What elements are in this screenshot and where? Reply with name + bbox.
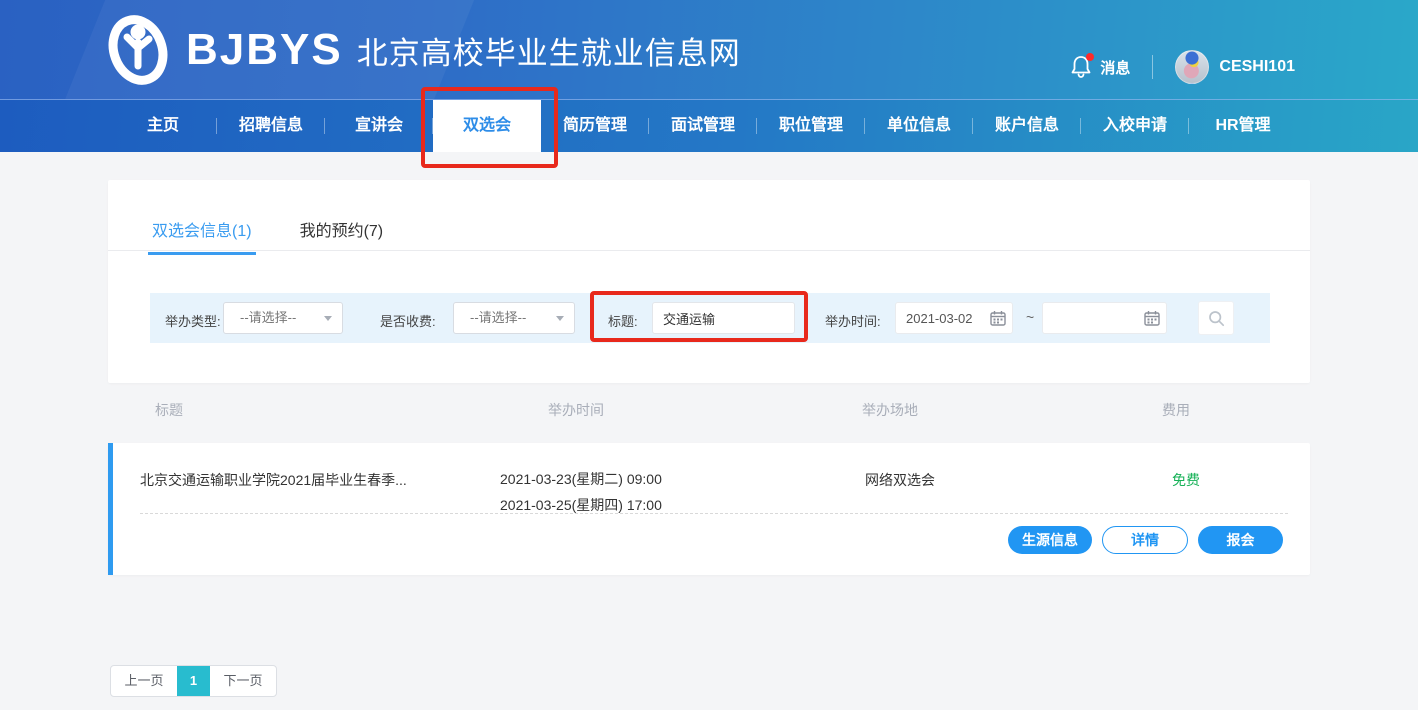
username[interactable]: CESHI101 xyxy=(1219,58,1295,76)
logo[interactable]: BJBYS 北京高校毕业生就业信息网 xyxy=(100,14,741,86)
nav-item-account-info[interactable]: 账户信息 xyxy=(973,100,1081,152)
messages-label[interactable]: 消息 xyxy=(1100,57,1130,78)
time-filter-label: 举办时间: xyxy=(825,311,881,330)
fee-select-value: --请选择-- xyxy=(470,310,526,325)
row-divider xyxy=(140,513,1288,514)
nav-item-resume-mgmt[interactable]: 简历管理 xyxy=(541,100,649,152)
search-button[interactable] xyxy=(1198,301,1234,335)
nav-item-recruit-info[interactable]: 招聘信息 xyxy=(217,100,325,152)
date-to-field xyxy=(1042,302,1167,334)
prev-page-button[interactable]: 上一页 xyxy=(111,666,177,696)
top-header: BJBYS 北京高校毕业生就业信息网 消息 CESHI101 xyxy=(0,0,1418,100)
logo-text: BJBYS xyxy=(186,25,343,75)
main-nav: 主页 招聘信息 宣讲会 双选会 简历管理 面试管理 职位管理 单位信息 账户信息… xyxy=(0,100,1418,152)
search-icon xyxy=(1208,310,1225,327)
nav-item-position-mgmt[interactable]: 职位管理 xyxy=(757,100,865,152)
col-header-time: 举办时间 xyxy=(548,400,604,420)
type-filter-label: 举办类型: xyxy=(165,311,221,330)
row-time-end: 2021-03-25(星期四) 17:00 xyxy=(500,495,662,515)
nav-items: 主页 招聘信息 宣讲会 双选会 简历管理 面试管理 职位管理 单位信息 账户信息… xyxy=(109,100,1297,152)
row-title[interactable]: 北京交通运输职业学院2021届毕业生春季... xyxy=(140,470,480,490)
row-time-start: 2021-03-23(星期二) 09:00 xyxy=(500,469,662,489)
calendar-icon[interactable] xyxy=(1144,310,1160,326)
type-select-value: --请选择-- xyxy=(240,310,296,325)
row-fee-badge: 免费 xyxy=(1172,470,1200,490)
row-accent-bar xyxy=(108,443,113,575)
date-from-field xyxy=(895,302,1013,334)
table-row: 北京交通运输职业学院2021届毕业生春季... 2021-03-23(星期二) … xyxy=(108,443,1310,575)
nav-item-company-info[interactable]: 单位信息 xyxy=(865,100,973,152)
unread-dot xyxy=(1086,53,1094,61)
fee-select[interactable]: --请选择-- xyxy=(453,302,575,334)
user-area: 消息 CESHI101 xyxy=(1070,48,1295,86)
user-area-divider xyxy=(1152,55,1153,79)
pagination: 上一页 1 下一页 xyxy=(110,665,277,697)
details-button[interactable]: 详情 xyxy=(1102,526,1188,554)
nav-item-job-fair[interactable]: 双选会 xyxy=(433,100,541,152)
row-venue: 网络双选会 xyxy=(865,470,935,490)
notifications-button[interactable] xyxy=(1070,55,1092,79)
col-header-venue: 举办场地 xyxy=(862,400,918,420)
student-source-button[interactable]: 生源信息 xyxy=(1008,526,1092,554)
nav-item-campus-entry[interactable]: 入校申请 xyxy=(1081,100,1189,152)
nav-item-info-session[interactable]: 宣讲会 xyxy=(325,100,433,152)
col-header-fee: 费用 xyxy=(1162,400,1190,420)
type-select[interactable]: --请选择-- xyxy=(223,302,343,334)
results-table-header: 标题 举办时间 举办场地 费用 xyxy=(108,400,1310,424)
person-logo-icon xyxy=(100,14,176,86)
next-page-button[interactable]: 下一页 xyxy=(210,666,276,696)
register-button[interactable]: 报会 xyxy=(1198,526,1283,554)
nav-item-home[interactable]: 主页 xyxy=(109,100,217,152)
fee-filter-label: 是否收费: xyxy=(380,311,436,330)
tabs-divider xyxy=(108,250,1310,251)
calendar-icon[interactable] xyxy=(990,310,1006,326)
filter-bar: 举办类型: --请选择-- 是否收费: --请选择-- 标题: 举办时间: xyxy=(150,293,1270,343)
col-header-title: 标题 xyxy=(155,400,183,420)
page: BJBYS 北京高校毕业生就业信息网 消息 CESHI101 主页 招聘信息 宣… xyxy=(0,0,1418,710)
avatar[interactable] xyxy=(1175,50,1209,84)
date-range-separator: ~ xyxy=(1026,309,1034,325)
site-name: 北京高校毕业生就业信息网 xyxy=(357,28,741,73)
nav-item-hr-mgmt[interactable]: HR管理 xyxy=(1189,100,1297,152)
nav-item-interview-mgmt[interactable]: 面试管理 xyxy=(649,100,757,152)
fair-panel: 双选会信息(1) 我的预约(7) 举办类型: --请选择-- 是否收费: --请… xyxy=(108,180,1310,383)
current-page[interactable]: 1 xyxy=(177,666,210,696)
title-filter-input[interactable] xyxy=(652,302,795,334)
title-filter-label: 标题: xyxy=(608,311,638,330)
